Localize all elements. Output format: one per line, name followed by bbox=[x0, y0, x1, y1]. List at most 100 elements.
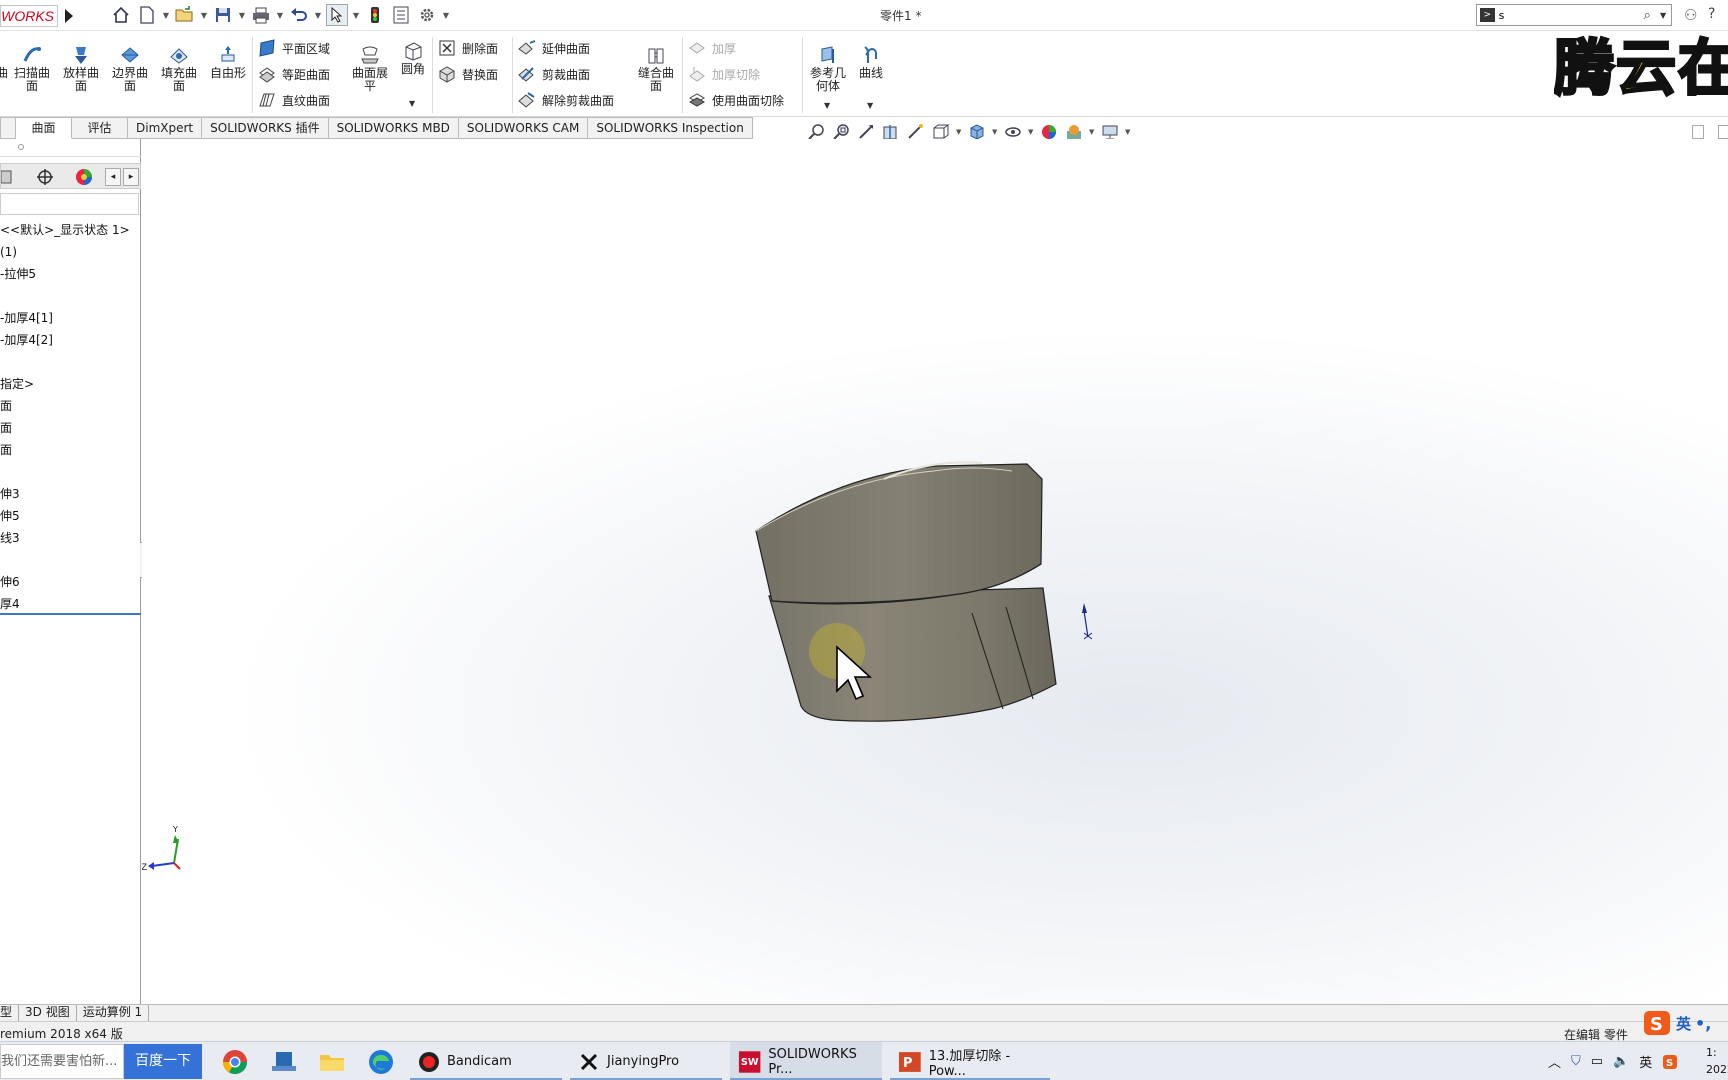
tab-solidworks-addins[interactable]: SOLIDWORKS 插件 bbox=[202, 117, 329, 139]
tab-surfaces[interactable]: 曲面 bbox=[16, 117, 72, 139]
tab-model[interactable]: 型 bbox=[0, 1005, 20, 1021]
menu-expand-icon[interactable] bbox=[62, 7, 76, 25]
graphics-area[interactable]: Y Z bbox=[142, 139, 1728, 1005]
coordinate-triad-icon[interactable]: Y Z bbox=[142, 825, 181, 873]
trim-surface-button[interactable]: 剪裁曲面 bbox=[518, 63, 590, 85]
3d-model[interactable]: Y Z bbox=[142, 139, 1728, 1005]
taskbar-app-jianying[interactable]: JianyingPro bbox=[570, 1042, 722, 1080]
tree-item[interactable]: <<默认>_显示状态 1> bbox=[0, 219, 141, 241]
help-icon[interactable]: ? bbox=[1708, 6, 1715, 22]
chevron-down-icon[interactable]: ▼ bbox=[1089, 128, 1095, 136]
ime-toolbar[interactable]: S 英 •, bbox=[1642, 1008, 1728, 1038]
tab-solidworks-mbd[interactable]: SOLIDWORKS MBD bbox=[328, 117, 459, 139]
tree-item[interactable]: 伸6 bbox=[0, 571, 141, 593]
chevron-down-icon[interactable]: ▼ bbox=[1660, 11, 1671, 20]
taskbar-app-solidworks[interactable]: SW SOLIDWORKS Pr... bbox=[730, 1042, 882, 1080]
tree-item[interactable]: 面 bbox=[0, 417, 141, 439]
chevron-down-icon[interactable]: ▼ bbox=[238, 11, 246, 20]
tab-3d-view[interactable]: 3D 视图 bbox=[19, 1005, 77, 1021]
baidu-search-button[interactable]: 百度一下 bbox=[124, 1044, 202, 1079]
taskbar-search-input[interactable]: 我们还需要害怕新... bbox=[0, 1044, 124, 1079]
tree-item[interactable]: -拉伸5 bbox=[0, 263, 141, 285]
chevron-down-icon[interactable]: ▼ bbox=[276, 11, 284, 20]
file-properties-icon[interactable] bbox=[390, 4, 412, 26]
untrim-surface-button[interactable]: 解除剪裁曲面 bbox=[518, 89, 614, 111]
print-icon[interactable] bbox=[250, 4, 272, 26]
tree-item[interactable]: -加厚4[1] bbox=[0, 307, 141, 329]
tree-item[interactable] bbox=[0, 549, 141, 571]
chevron-down-icon[interactable]: ▼ bbox=[956, 128, 962, 136]
chevron-down-icon[interactable]: ▼ bbox=[867, 101, 873, 110]
tree-item[interactable]: 指定> bbox=[0, 373, 141, 395]
freeform-button[interactable]: 自由形 bbox=[206, 45, 250, 80]
chevron-up-icon[interactable]: ︿ bbox=[1548, 1052, 1561, 1071]
tree-item[interactable]: (1) bbox=[0, 241, 141, 263]
chevron-down-icon[interactable]: ▼ bbox=[409, 99, 415, 108]
viewport-options-icon[interactable] bbox=[1718, 125, 1728, 139]
tree-item[interactable] bbox=[0, 285, 141, 307]
chevron-down-icon[interactable]: ▼ bbox=[162, 11, 170, 20]
home-icon[interactable] bbox=[110, 4, 132, 26]
tab-solidworks-inspection[interactable]: SOLIDWORKS Inspection bbox=[588, 117, 753, 139]
ime-indicator[interactable]: 英 bbox=[1639, 1052, 1652, 1071]
tree-item[interactable]: 伸5 bbox=[0, 505, 141, 527]
network-icon[interactable]: ▭ bbox=[1591, 1054, 1603, 1069]
gear-icon[interactable] bbox=[416, 4, 438, 26]
tab-solidworks-cam[interactable]: SOLIDWORKS CAM bbox=[458, 117, 589, 139]
tree-item[interactable] bbox=[0, 351, 141, 373]
surface-flatten-button[interactable]: 曲面展平 bbox=[348, 45, 392, 93]
configuration-manager-icon[interactable] bbox=[1, 167, 21, 187]
planar-surface-button[interactable]: 平面区域 bbox=[258, 37, 330, 59]
undo-icon[interactable] bbox=[288, 4, 310, 26]
select-pointer-icon[interactable] bbox=[326, 4, 348, 26]
chevron-down-icon[interactable]: ▼ bbox=[1028, 128, 1034, 136]
tree-item[interactable]: 面 bbox=[0, 439, 141, 461]
search-input[interactable] bbox=[1494, 6, 1644, 24]
pin-icon[interactable] bbox=[18, 144, 24, 150]
thicken-button[interactable]: 加厚 bbox=[688, 37, 736, 59]
tree-item[interactable]: 线3 bbox=[0, 527, 141, 549]
tree-filter-input[interactable] bbox=[0, 193, 139, 215]
chevron-down-icon[interactable]: ▼ bbox=[200, 11, 208, 20]
loft-surface-button[interactable]: 放样曲面 bbox=[59, 45, 103, 93]
solidworks-logo[interactable]: WORKS bbox=[0, 5, 58, 27]
save-icon[interactable] bbox=[212, 4, 234, 26]
tree-item[interactable] bbox=[0, 461, 141, 483]
open-folder-icon[interactable] bbox=[174, 4, 196, 26]
edge-browser-icon[interactable] bbox=[367, 1048, 395, 1076]
user-icon[interactable]: ⚇ bbox=[1684, 6, 1697, 24]
new-document-icon[interactable] bbox=[136, 4, 158, 26]
fill-surface-button[interactable]: 填充曲面 bbox=[157, 45, 201, 93]
taskbar-app-bandicam[interactable]: Bandicam bbox=[410, 1042, 562, 1080]
tab-scroll-left-button[interactable]: ◂ bbox=[105, 168, 121, 186]
sweep-surface-button[interactable]: 扫描曲面 bbox=[10, 45, 54, 93]
chevron-down-icon[interactable]: ▼ bbox=[992, 128, 998, 136]
reference-geometry-button[interactable]: 参考几何体 bbox=[806, 45, 850, 93]
rebuild-traffic-light-icon[interactable] bbox=[364, 4, 386, 26]
chevron-down-icon[interactable]: ▼ bbox=[314, 11, 322, 20]
replace-face-button[interactable]: 替换面 bbox=[438, 63, 498, 85]
boundary-surface-button[interactable]: 边界曲面 bbox=[108, 45, 152, 93]
delete-face-button[interactable]: 删除面 bbox=[438, 37, 498, 59]
volume-icon[interactable]: 🔈 bbox=[1613, 1054, 1629, 1069]
tree-item[interactable]: 伸3 bbox=[0, 483, 141, 505]
file-transfer-icon[interactable] bbox=[270, 1048, 298, 1076]
knit-surface-button[interactable]: 缝合曲面 bbox=[634, 45, 678, 93]
offset-surface-button[interactable]: 等距曲面 bbox=[258, 63, 330, 85]
extend-surface-button[interactable]: 延伸曲面 bbox=[518, 37, 590, 59]
chevron-down-icon[interactable]: ▼ bbox=[824, 101, 830, 110]
display-manager-icon[interactable] bbox=[74, 167, 94, 187]
tab-dimxpert[interactable]: DimXpert bbox=[128, 117, 203, 139]
security-shield-icon[interactable]: ⛉ bbox=[1571, 1054, 1581, 1069]
chevron-down-icon[interactable]: ▼ bbox=[442, 11, 450, 20]
cut-with-surface-button[interactable]: 使用曲面切除 bbox=[688, 89, 784, 111]
tab-evaluate[interactable]: 评估 bbox=[72, 117, 128, 139]
tree-item-selected[interactable]: 厚4 bbox=[0, 593, 141, 615]
tab-scroll-right-button[interactable]: ▸ bbox=[123, 168, 139, 186]
tab-previous[interactable] bbox=[0, 117, 16, 139]
tree-item[interactable]: -加厚4[2] bbox=[0, 329, 141, 351]
search-icon[interactable]: ⌕ bbox=[1644, 8, 1660, 23]
thicken-cut-button[interactable]: 加厚切除 bbox=[688, 63, 760, 85]
curves-button[interactable]: 曲线 bbox=[849, 45, 893, 80]
fillet-button[interactable]: 圆角 bbox=[391, 41, 435, 76]
